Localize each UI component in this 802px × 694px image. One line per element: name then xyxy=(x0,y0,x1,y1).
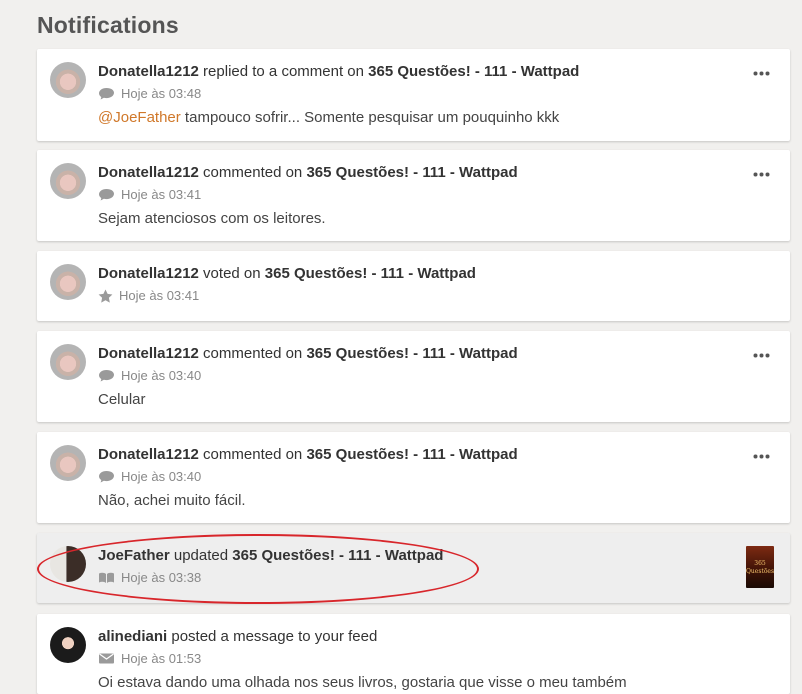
story-link[interactable]: 365 Questões! - 111 - Wattpad xyxy=(368,63,579,80)
timestamp: Hoje às 03:41 xyxy=(121,187,202,202)
comment-icon xyxy=(98,188,115,201)
action-text: commented on xyxy=(198,345,307,362)
user-link[interactable]: JoeFather xyxy=(98,547,170,564)
story-link[interactable]: 365 Questões! - 111 - Wattpad xyxy=(265,265,476,282)
notification-card[interactable]: Donatella1212 commented on 365 Questões!… xyxy=(37,331,790,422)
user-link[interactable]: Donatella1212 xyxy=(98,446,199,463)
message-text: Celular xyxy=(98,391,146,408)
comment-icon xyxy=(98,369,115,382)
notification-card[interactable]: Donatella1212 commented on 365 Questões!… xyxy=(37,432,790,523)
more-options-icon[interactable] xyxy=(753,71,770,76)
story-link[interactable]: 365 Questões! xyxy=(232,547,335,564)
user-link[interactable]: Donatella1212 xyxy=(98,164,199,181)
avatar[interactable] xyxy=(50,344,86,380)
action-text: commented on xyxy=(198,164,307,181)
notification-card[interactable]: alinediani posted a message to your feed… xyxy=(37,614,790,694)
message-text: Sejam atenciosos com os leitores. xyxy=(98,210,326,227)
comment-icon xyxy=(98,470,115,483)
story-cover-thumbnail[interactable]: 365 Questões xyxy=(746,546,774,588)
story-link[interactable]: 365 Questões! - 111 - Wattpad xyxy=(306,446,517,463)
timestamp: Hoje às 03:41 xyxy=(119,288,200,303)
message-text: Oi estava dando uma olhada nos seus livr… xyxy=(98,674,627,691)
notification-headline: Donatella1212 commented on 365 Questões!… xyxy=(98,164,518,181)
notification-meta: Hoje às 03:41 xyxy=(98,288,199,303)
message-body: tampouco sofrir... Somente pesquisar um … xyxy=(180,109,560,126)
timestamp: Hoje às 01:53 xyxy=(121,651,202,666)
notification-meta: Hoje às 03:48 xyxy=(98,86,201,101)
user-link[interactable]: Donatella1212 xyxy=(98,265,199,282)
envelope-icon xyxy=(98,652,115,665)
notification-card[interactable]: Donatella1212 voted on 365 Questões! - 1… xyxy=(37,251,790,321)
notification-headline: Donatella1212 commented on 365 Questões!… xyxy=(98,345,518,362)
action-text: replied to a comment on xyxy=(198,63,369,80)
timestamp: Hoje às 03:38 xyxy=(121,570,202,585)
user-link[interactable]: Donatella1212 xyxy=(98,345,199,362)
more-options-icon[interactable] xyxy=(753,172,770,177)
timestamp: Hoje às 03:48 xyxy=(121,86,202,101)
avatar[interactable] xyxy=(50,627,86,663)
user-link[interactable]: Donatella1212 xyxy=(98,63,199,80)
notification-headline: JoeFather updated 365 Questões! - 111 - … xyxy=(98,547,443,564)
avatar[interactable] xyxy=(50,546,86,582)
avatar[interactable] xyxy=(50,264,86,300)
star-icon xyxy=(98,289,113,303)
story-suffix: - 111 - Wattpad xyxy=(334,547,444,564)
more-options-icon[interactable] xyxy=(753,353,770,358)
message-text: Não, achei muito fácil. xyxy=(98,492,246,509)
notification-headline: Donatella1212 commented on 365 Questões!… xyxy=(98,446,518,463)
comment-icon xyxy=(98,87,115,100)
more-options-icon[interactable] xyxy=(753,454,770,459)
notification-meta: Hoje às 03:41 xyxy=(98,187,201,202)
notification-meta: Hoje às 03:40 xyxy=(98,469,201,484)
notification-meta: Hoje às 01:53 xyxy=(98,651,201,666)
story-link[interactable]: 365 Questões! - 111 - Wattpad xyxy=(306,164,517,181)
notification-meta: Hoje às 03:40 xyxy=(98,368,201,383)
notification-headline: Donatella1212 replied to a comment on 36… xyxy=(98,63,579,80)
page-title: Notifications xyxy=(37,12,179,38)
action-text: voted on xyxy=(198,265,265,282)
timestamp: Hoje às 03:40 xyxy=(121,469,202,484)
message-text: @JoeFather tampouco sofrir... Somente pe… xyxy=(98,109,559,126)
mention-link[interactable]: @JoeFather xyxy=(98,109,181,126)
notification-headline: Donatella1212 voted on 365 Questões! - 1… xyxy=(98,265,476,282)
avatar[interactable] xyxy=(50,62,86,98)
action-text: updated xyxy=(169,547,233,564)
timestamp: Hoje às 03:40 xyxy=(121,368,202,383)
notification-headline: alinediani posted a message to your feed xyxy=(98,628,377,645)
action-text: posted a message to your feed xyxy=(167,628,378,645)
user-link[interactable]: alinediani xyxy=(98,628,167,645)
notification-card[interactable]: JoeFather updated 365 Questões! - 111 - … xyxy=(37,533,790,603)
avatar[interactable] xyxy=(50,445,86,481)
avatar[interactable] xyxy=(50,163,86,199)
story-link[interactable]: 365 Questões! - 111 - Wattpad xyxy=(306,345,517,362)
action-text: commented on xyxy=(198,446,307,463)
book-icon xyxy=(98,571,115,584)
notification-card[interactable]: Donatella1212 commented on 365 Questões!… xyxy=(37,150,790,241)
notification-meta: Hoje às 03:38 xyxy=(98,570,201,585)
notification-card[interactable]: Donatella1212 replied to a comment on 36… xyxy=(37,49,790,141)
